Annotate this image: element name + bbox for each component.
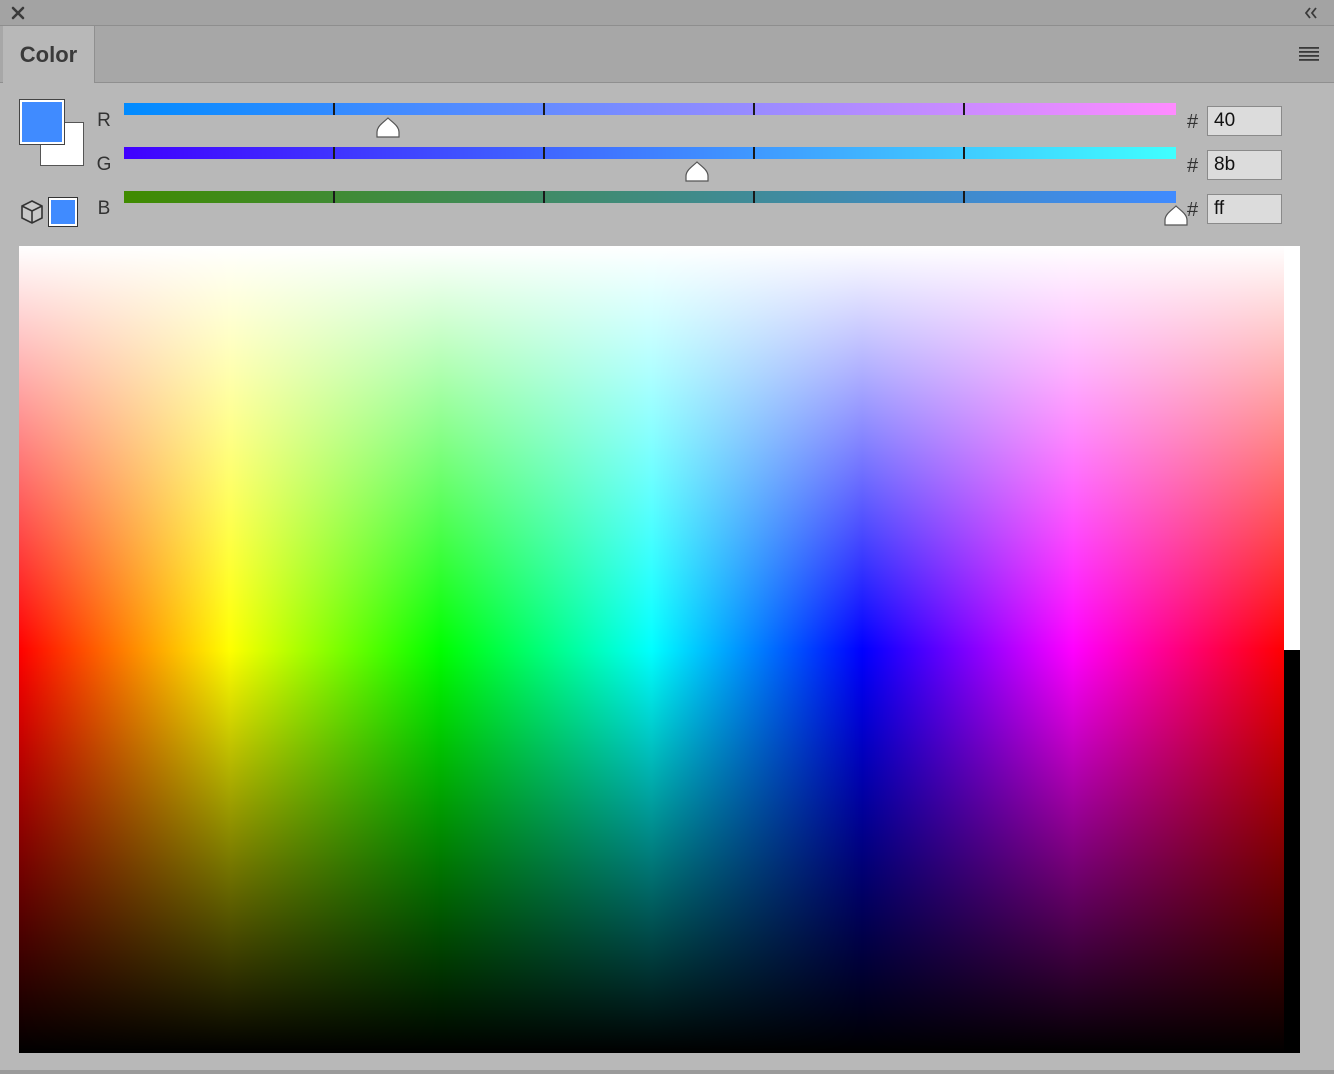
panel-bottom-edge (0, 1070, 1334, 1074)
channel-label-b: B (97, 198, 111, 219)
hex-input-g[interactable] (1207, 150, 1282, 180)
cube-icon[interactable] (19, 199, 45, 225)
slider-tick (333, 191, 335, 203)
color-spectrum-picker[interactable] (19, 246, 1284, 1053)
slider-track-g[interactable] (124, 147, 1176, 159)
white-swatch[interactable] (1284, 246, 1300, 650)
hamburger-menu-icon[interactable] (1298, 45, 1320, 63)
slider-tick (333, 147, 335, 159)
slider-tick (543, 147, 545, 159)
double-chevron-left-icon[interactable] (1302, 5, 1320, 21)
tab-color[interactable]: Color (3, 26, 95, 83)
web-safe-color-swatch[interactable] (49, 198, 77, 226)
slider-tick (963, 147, 965, 159)
black-swatch[interactable] (1284, 650, 1300, 1053)
channel-label-r: R (97, 110, 111, 131)
fill-color-swatch[interactable] (20, 100, 64, 144)
channel-label-g: G (96, 154, 112, 175)
slider-thumb-b[interactable] (1163, 204, 1189, 228)
slider-tick (753, 103, 755, 115)
slider-tick (963, 103, 965, 115)
hex-prefix: # (1187, 111, 1199, 133)
slider-tick (753, 191, 755, 203)
hex-input-r[interactable] (1207, 106, 1282, 136)
close-icon[interactable] (10, 5, 26, 21)
hex-prefix: # (1187, 155, 1199, 177)
slider-tick (543, 103, 545, 115)
panel-tabbar: Color (0, 26, 1334, 83)
hex-input-b[interactable] (1207, 194, 1282, 224)
slider-tick (333, 103, 335, 115)
slider-track-b[interactable] (124, 191, 1176, 203)
slider-track-r[interactable] (124, 103, 1176, 115)
slider-tick (963, 191, 965, 203)
slider-tick (543, 191, 545, 203)
slider-tick (753, 147, 755, 159)
hex-prefix: # (1187, 199, 1199, 221)
slider-thumb-r[interactable] (375, 116, 401, 140)
panel-titlebar (0, 0, 1334, 26)
slider-thumb-g[interactable] (684, 160, 710, 184)
